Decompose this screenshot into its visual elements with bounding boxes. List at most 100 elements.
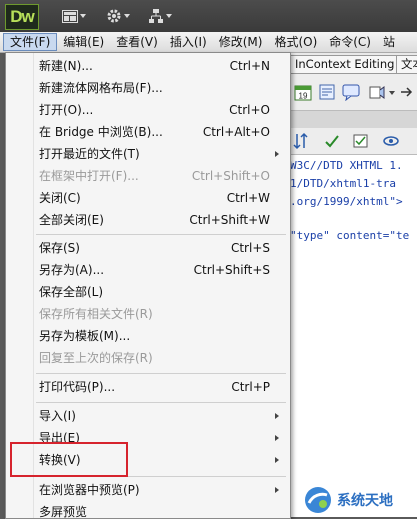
code-line: .org/1999/xhtml"> [290, 195, 403, 208]
calendar-icon[interactable]: 19 [294, 83, 312, 101]
menu-item-revert: 回复至上次的保存(R) [6, 347, 290, 369]
watermark-logo-icon [305, 486, 331, 513]
visual-aids-icon[interactable] [382, 132, 400, 150]
layout-switcher-button[interactable] [62, 8, 86, 24]
watermark: 系统天地 [303, 482, 417, 517]
menu-item-shortcut: Ctrl+W [226, 191, 270, 205]
menu-insert[interactable]: 插入(I) [164, 33, 213, 51]
tab-text[interactable]: 文本 [396, 55, 417, 74]
menu-file[interactable]: 文件(F) [3, 33, 58, 51]
menu-edit[interactable]: 编辑(E) [57, 33, 110, 51]
menu-item-preview-in-browser[interactable]: 在浏览器中预览(P) [6, 479, 290, 501]
extensions-button[interactable] [106, 8, 130, 24]
layout-icon [62, 9, 78, 23]
validate-icon[interactable] [324, 132, 342, 150]
menu-item-shortcut: Ctrl+Shift+W [189, 213, 270, 227]
menu-item-open[interactable]: 打开(O)... Ctrl+O [6, 99, 290, 121]
code-toolbar [290, 128, 417, 155]
gear-icon [107, 9, 121, 23]
site-hierarchy-icon [149, 9, 163, 23]
menu-item-open-in-frame: 在框架中打开(F)... Ctrl+Shift+O [6, 165, 290, 187]
menu-item-label: 打印代码(P)... [39, 380, 116, 394]
menu-view[interactable]: 查看(V) [110, 33, 164, 51]
menu-item-save-all[interactable]: 保存全部(L) [6, 281, 290, 303]
code-line: W3C//DTD XHTML 1. [290, 159, 403, 172]
code-line: 1/DTD/xhtml1-tra [290, 177, 396, 190]
submenu-arrow-icon [275, 151, 279, 157]
menu-item-new-fluid-grid[interactable]: 新建流体网格布局(F)... [6, 77, 290, 99]
menu-item-new[interactable]: 新建(N)... Ctrl+N [6, 55, 290, 77]
menu-site[interactable]: 站 [377, 33, 401, 51]
menu-item-print-code[interactable]: 打印代码(P)... Ctrl+P [6, 376, 290, 398]
menu-item-label: 关闭(C) [39, 191, 81, 205]
menu-item-label: 在 Bridge 中浏览(B)... [39, 125, 163, 139]
file-menu-dropdown: 新建(N)... Ctrl+N 新建流体网格布局(F)... 打开(O)... Ct… [5, 52, 291, 519]
menu-commands[interactable]: 命令(C) [323, 33, 377, 51]
code-line: "type" content="te [290, 229, 410, 242]
chevron-down-icon[interactable] [389, 91, 395, 95]
menu-item-import[interactable]: 导入(I) [6, 405, 290, 427]
highlight-box [10, 442, 128, 477]
menu-item-shortcut: Ctrl+Shift+O [191, 169, 270, 183]
application-bar: Dw [0, 0, 417, 32]
tab-incontext-editing[interactable]: InContext Editing [290, 55, 400, 74]
menu-item-label: 打开最近的文件(T) [39, 147, 140, 161]
menu-item-label: 回复至上次的保存(R) [39, 351, 153, 365]
comment-icon[interactable] [342, 83, 360, 101]
menu-item-shortcut: Ctrl+Shift+S [193, 263, 270, 277]
menu-item-save-as[interactable]: 另存为(A)... Ctrl+Shift+S [6, 259, 290, 281]
chevron-down-icon [124, 14, 130, 18]
menu-item-label: 多屏预览 [39, 505, 88, 519]
menu-item-label: 打开(O)... [39, 103, 94, 117]
menu-item-label: 保存全部(L) [39, 285, 104, 299]
template-icon[interactable] [318, 83, 336, 101]
menu-item-label: 全部关闭(E) [39, 213, 104, 227]
menu-modify[interactable]: 修改(M) [213, 33, 269, 51]
menu-item-label: 在框架中打开(F)... [39, 169, 139, 183]
document-tabs: InContext Editing 文本 [290, 53, 417, 74]
submenu-arrow-icon [275, 413, 279, 419]
menu-item-label: 在浏览器中预览(P) [39, 483, 140, 497]
svg-text:19: 19 [299, 92, 308, 101]
sort-icon[interactable] [292, 132, 310, 150]
menu-item-shortcut: Ctrl+Alt+O [202, 125, 270, 139]
check-page-icon[interactable] [352, 132, 370, 150]
menu-format[interactable]: 格式(O) [268, 33, 323, 51]
menu-item-save-all-related: 保存所有相关文件(R) [6, 303, 290, 325]
menu-separator [36, 402, 286, 403]
watermark-text: 系统天地 [337, 492, 393, 509]
submenu-arrow-icon [275, 457, 279, 463]
insert-toolbar: 19 [290, 74, 417, 111]
menu-item-open-recent[interactable]: 打开最近的文件(T) [6, 143, 290, 165]
menu-item-close[interactable]: 关闭(C) Ctrl+W [6, 187, 290, 209]
menu-item-shortcut: Ctrl+O [229, 103, 270, 117]
menu-item-label: 保存所有相关文件(R) [39, 307, 153, 321]
menu-item-save-as-template[interactable]: 另存为模板(M)... [6, 325, 290, 347]
menu-item-label: 新建(N)... [39, 59, 93, 73]
menu-item-label: 另存为(A)... [39, 263, 105, 277]
menu-item-shortcut: Ctrl+N [229, 59, 270, 73]
submenu-arrow-icon [275, 435, 279, 441]
chevron-down-icon [166, 14, 172, 18]
chevron-down-icon [80, 14, 86, 18]
snippet-icon[interactable] [368, 83, 386, 101]
dreamweaver-logo: Dw [5, 4, 39, 30]
arrow-icon[interactable] [398, 83, 416, 101]
menu-item-close-all[interactable]: 全部关闭(E) Ctrl+Shift+W [6, 209, 290, 231]
toolbar-separator [290, 111, 417, 128]
menu-item-label: 导入(I) [39, 409, 76, 423]
menu-item-label: 新建流体网格布局(F)... [39, 81, 163, 95]
menu-separator [36, 234, 286, 235]
menu-item-label: 另存为模板(M)... [39, 329, 131, 343]
menu-item-shortcut: Ctrl+P [231, 380, 270, 394]
menu-item-save[interactable]: 保存(S) Ctrl+S [6, 237, 290, 259]
menu-item-browse-in-bridge[interactable]: 在 Bridge 中浏览(B)... Ctrl+Alt+O [6, 121, 290, 143]
site-button[interactable] [148, 8, 172, 24]
menu-item-multiscreen-preview[interactable]: 多屏预览 [6, 501, 290, 519]
menu-item-label: 保存(S) [39, 241, 80, 255]
code-editor[interactable]: W3C//DTD XHTML 1. 1/DTD/xhtml1-tra .org/… [290, 155, 417, 517]
menu-separator [36, 373, 286, 374]
menu-bar: 文件(F) 编辑(E) 查看(V) 插入(I) 修改(M) 格式(O) 命令(C… [0, 32, 417, 53]
menu-item-shortcut: Ctrl+S [230, 241, 270, 255]
submenu-arrow-icon [275, 487, 279, 493]
